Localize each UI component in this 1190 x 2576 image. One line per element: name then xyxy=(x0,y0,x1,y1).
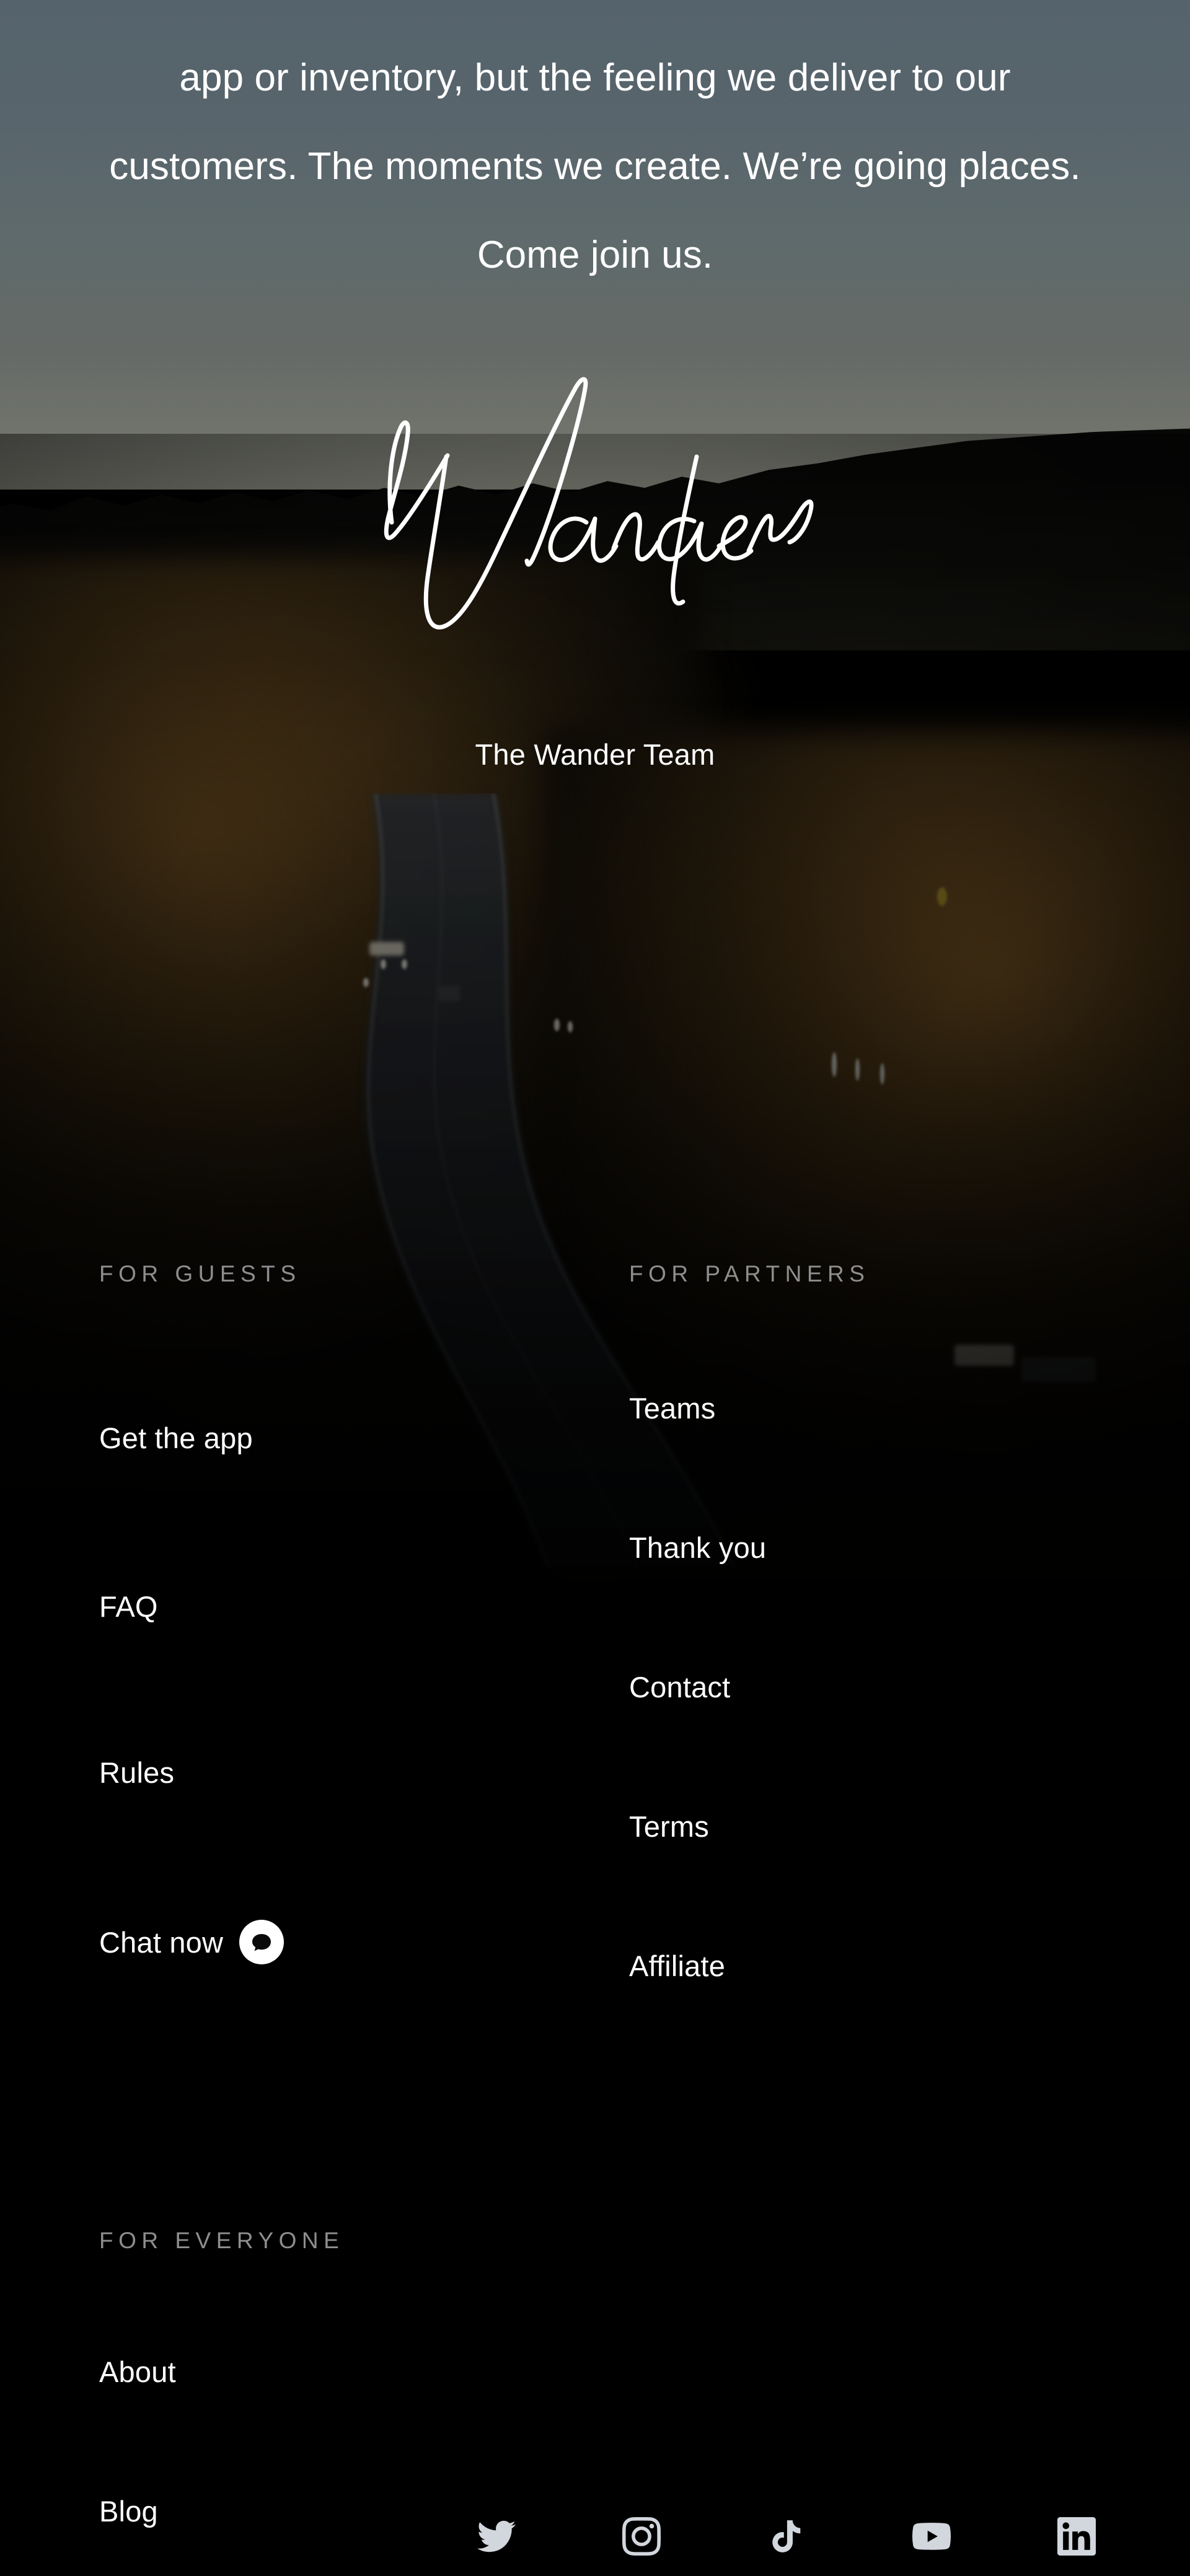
footer-link-terms[interactable]: Terms xyxy=(629,1809,709,1844)
chat-bubble-icon[interactable] xyxy=(239,1920,284,1964)
footer-link-get-the-app[interactable]: Get the app xyxy=(99,1421,253,1455)
tiktok-icon[interactable] xyxy=(767,2517,806,2556)
youtube-icon[interactable] xyxy=(912,2517,951,2556)
team-signoff: The Wander Team xyxy=(475,738,715,771)
footer-heading-for-everyone: FOR EVERYONE xyxy=(99,2228,345,2253)
footer-heading-for-partners: FOR PARTNERS xyxy=(629,1261,870,1286)
footer-link-thank-you[interactable]: Thank you xyxy=(629,1531,766,1565)
footer-link-about[interactable]: About xyxy=(99,2355,176,2389)
footer-link-chat-now-label: Chat now xyxy=(99,1925,224,1959)
footer-heading-for-guests: FOR GUESTS xyxy=(99,1261,301,1286)
twitter-icon[interactable] xyxy=(477,2517,516,2556)
footer-link-affiliate[interactable]: Affiliate xyxy=(629,1949,725,1983)
footer-link-teams[interactable]: Teams xyxy=(629,1391,715,1425)
wander-footer-page: app or inventory, but the feeling we del… xyxy=(0,0,1190,2576)
footer-link-chat-now[interactable]: Chat now xyxy=(99,1920,284,1964)
footer-link-rules[interactable]: Rules xyxy=(99,1756,174,1790)
footer-link-contact[interactable]: Contact xyxy=(629,1670,730,1704)
footer-link-faq[interactable]: FAQ xyxy=(99,1589,158,1624)
social-links xyxy=(477,2517,1096,2556)
footer-link-blog[interactable]: Blog xyxy=(99,2494,158,2528)
instagram-icon[interactable] xyxy=(622,2517,661,2556)
closing-paragraph: app or inventory, but the feeling we del… xyxy=(109,56,1081,276)
linkedin-icon[interactable] xyxy=(1057,2517,1096,2556)
wander-wordmark-logo xyxy=(322,356,868,648)
